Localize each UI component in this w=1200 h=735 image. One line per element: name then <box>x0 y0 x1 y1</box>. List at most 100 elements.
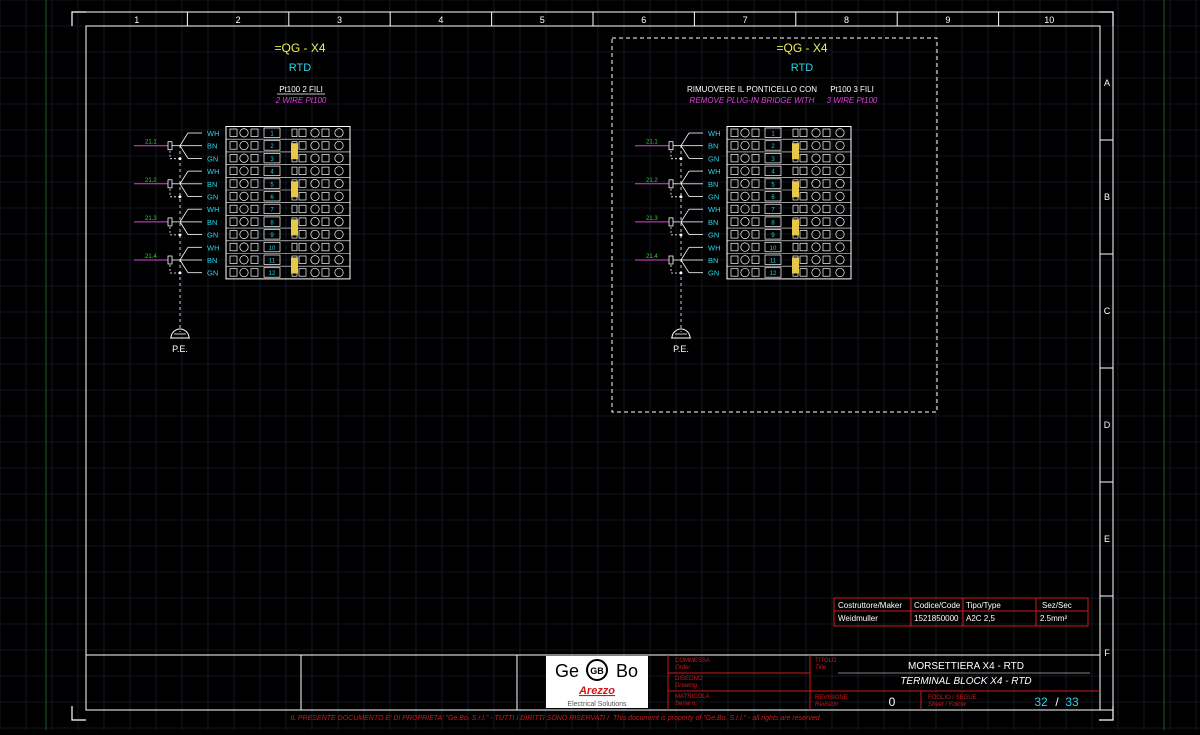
spring-clamp <box>811 267 821 278</box>
spring-clamp <box>334 140 344 151</box>
screw-clamp <box>229 154 238 163</box>
bridge-slot <box>792 166 799 175</box>
screw-clamp <box>822 204 831 214</box>
spring-clamp <box>740 153 750 163</box>
row-label: A <box>1104 78 1110 88</box>
column-label: 9 <box>945 15 950 25</box>
terminal-number: 3 <box>771 157 775 163</box>
bridge-slot <box>792 242 799 252</box>
screw-clamp <box>730 230 739 239</box>
left-block-note-it: Pt100 2 FILI <box>279 85 323 94</box>
rtd-element <box>668 179 674 189</box>
right-pe-label: P.E. <box>673 344 689 354</box>
parts-table: Costruttore/Maker Codice/Code Tipo/Type … <box>833 597 1089 627</box>
screw-clamp <box>751 141 760 150</box>
screw-clamp <box>751 242 760 252</box>
parts-cell-section: 2.5mm² <box>1040 614 1067 623</box>
terminal-number: 12 <box>269 271 276 277</box>
screw-clamp <box>321 154 330 163</box>
row-label: B <box>1104 192 1110 202</box>
spring-clamp <box>239 217 249 227</box>
spring-clamp <box>239 179 249 189</box>
revisione-label: REVISIONE <box>815 695 848 701</box>
screw-clamp <box>822 179 831 188</box>
right-block-note-b-it: Pt100 3 FILI <box>830 85 874 94</box>
bridge-slot <box>291 204 298 214</box>
screw-clamp <box>822 166 831 175</box>
screw-clamp <box>321 217 330 226</box>
column-label: 4 <box>438 15 443 25</box>
footer-copyright-en: This document is property of "Ge.Bo. S.r… <box>613 715 821 722</box>
sensor-tag: 21.2 <box>646 178 658 184</box>
screw-clamp <box>229 242 238 252</box>
terminal-number: 10 <box>269 246 276 252</box>
wire-color-label: WH <box>207 129 220 138</box>
left-block-title: =QG - X4 <box>274 41 325 55</box>
wire-color-label: GN <box>708 269 719 278</box>
terminal-number: 7 <box>771 208 775 214</box>
column-label: 7 <box>743 15 748 25</box>
screw-clamp <box>822 230 831 239</box>
parts-cell-code: 1521850000 <box>914 614 959 623</box>
spring-clamp <box>811 191 821 201</box>
plug-in-bridge <box>792 181 799 198</box>
sensor-tag: 21.4 <box>145 254 157 260</box>
terminal-number: 8 <box>270 220 274 226</box>
terminal-number: 5 <box>270 182 274 188</box>
screw-clamp <box>730 166 739 175</box>
drawing-title-en: TERMINAL BLOCK X4 - RTD <box>900 676 1031 687</box>
terminal-number: 6 <box>771 195 775 201</box>
screw-clamp <box>321 179 330 188</box>
bridge-slot <box>291 242 298 252</box>
logo-mark-text: GB <box>590 666 604 676</box>
spring-clamp <box>835 217 845 227</box>
ground-icon <box>170 328 190 339</box>
foglio-label-en: Sheet / Follow <box>928 702 967 708</box>
wire-fan <box>680 145 690 159</box>
screw-clamp <box>822 141 831 150</box>
column-label: 3 <box>337 15 342 25</box>
screw-clamp <box>298 192 307 201</box>
screw-clamp <box>298 230 307 239</box>
screw-clamp <box>298 154 307 163</box>
wire-fan <box>680 132 690 146</box>
wire-color-label: GN <box>207 269 218 278</box>
wire-color-label: GN <box>207 193 218 202</box>
parts-cell-maker: Weidmuller <box>838 614 878 623</box>
corner-mark <box>71 706 86 721</box>
row-label: F <box>1104 648 1110 658</box>
wire-color-label: BN <box>708 142 718 151</box>
spring-clamp <box>835 229 845 239</box>
left-block-subtitle: RTD <box>289 62 311 74</box>
sensor-tag: 21.1 <box>646 140 658 146</box>
spring-clamp <box>740 179 750 189</box>
bridge-slot <box>792 204 799 214</box>
spring-clamp <box>334 242 344 252</box>
spring-clamp <box>835 166 845 176</box>
footer-copyright: IL PRESENTE DOCUMENTO E' DI PROPRIETA' "… <box>290 715 820 722</box>
sensor-tag: 21.3 <box>646 216 658 222</box>
terminal-number: 2 <box>270 144 274 150</box>
plug-in-bridge <box>291 143 298 160</box>
screw-clamp <box>321 268 330 277</box>
wire-fan <box>680 247 690 261</box>
shield-line <box>169 150 180 160</box>
rtd-element <box>668 217 674 227</box>
plug-in-bridge <box>792 143 799 160</box>
terminal-number: 10 <box>770 246 777 252</box>
spring-clamp <box>811 166 821 176</box>
wire-fan <box>179 208 189 223</box>
spring-clamp <box>740 166 750 176</box>
spring-clamp <box>334 179 344 189</box>
spring-clamp <box>740 191 750 201</box>
commessa-label: COMMESSA <box>675 658 710 664</box>
spring-clamp <box>740 242 750 252</box>
plug-in-bridge <box>792 257 799 274</box>
sensor-tag: 21.3 <box>145 216 157 222</box>
wire-color-label: BN <box>207 256 217 265</box>
disegno-label-en: Drawing <box>675 683 698 689</box>
screw-clamp <box>822 154 831 163</box>
screw-clamp <box>730 141 739 150</box>
screw-clamp <box>250 192 259 201</box>
screw-clamp <box>229 166 238 175</box>
